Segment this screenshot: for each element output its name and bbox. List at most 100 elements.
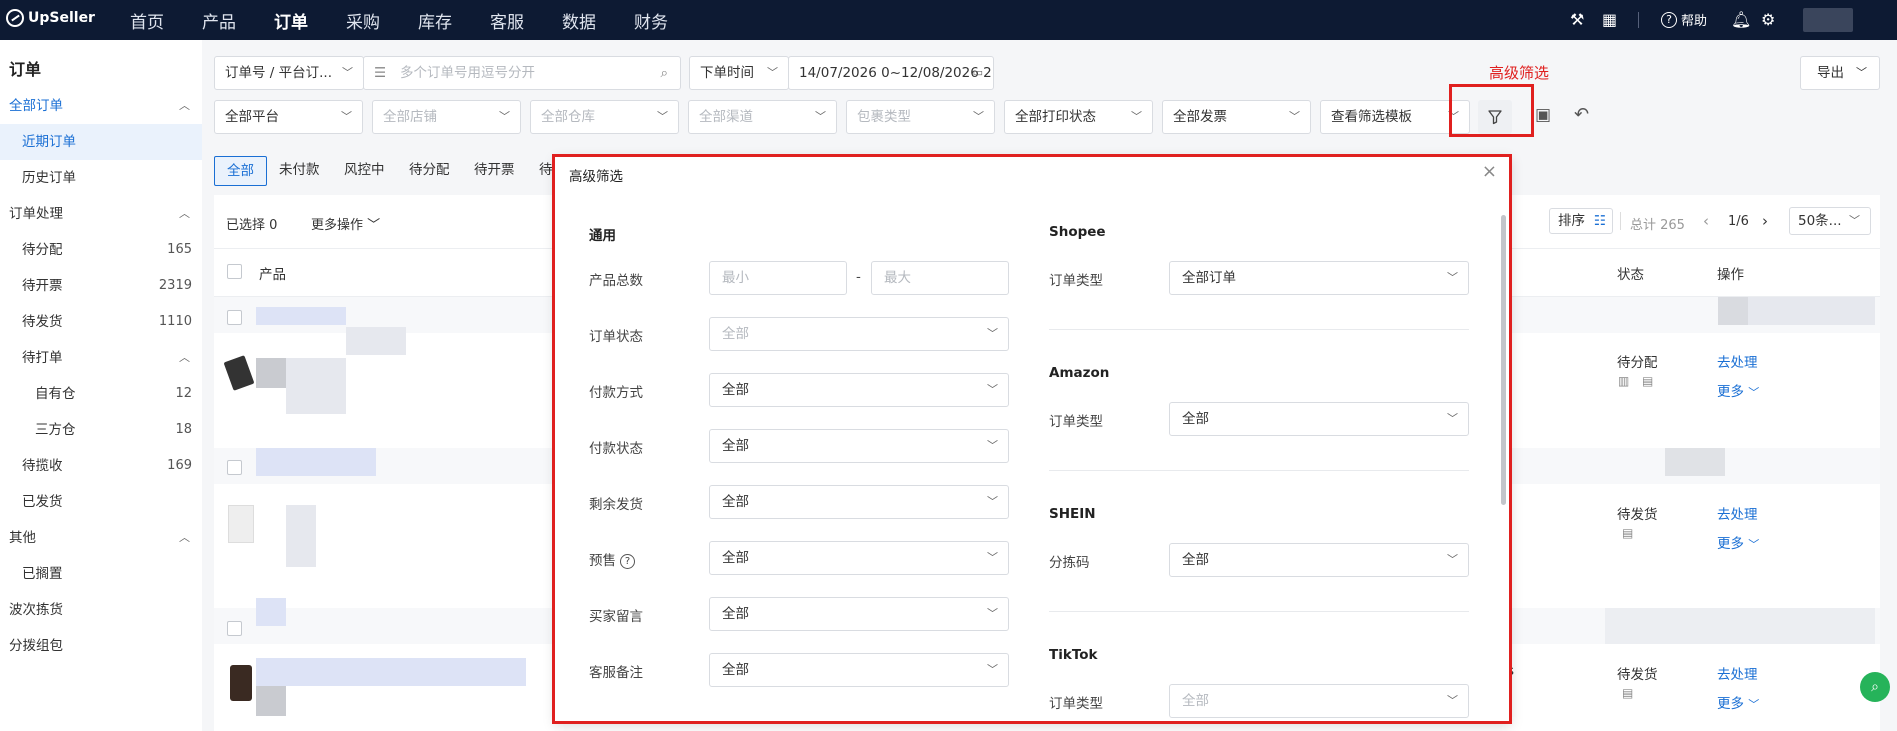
- tab-all[interactable]: 全部: [214, 156, 267, 186]
- product-count-max-input[interactable]: 最大: [871, 261, 1009, 295]
- modal-scrollbar[interactable]: [1501, 215, 1506, 505]
- warehouse-select[interactable]: 全部仓库 ﹀: [530, 100, 679, 134]
- order-status-select[interactable]: 全部 ﹀: [709, 317, 1009, 351]
- payment-status-select[interactable]: 全部 ﹀: [709, 429, 1009, 463]
- payment-method-select[interactable]: 全部 ﹀: [709, 373, 1009, 407]
- tab-more[interactable]: 待: [539, 156, 553, 184]
- time-type-select[interactable]: 下单时间 ﹀: [689, 56, 789, 90]
- row-checkbox[interactable]: [227, 460, 242, 475]
- section-shein: SHEIN: [1049, 506, 1096, 522]
- buyer-message-select[interactable]: 全部 ﹀: [709, 597, 1009, 631]
- sidebar-item-to-allocate[interactable]: 待分配 165: [0, 232, 202, 268]
- sidebar-item-own-warehouse[interactable]: 自有仓 12: [0, 376, 202, 412]
- advanced-filter-modal: 高级筛选 × 通用 产品总数 最小 - 最大 订单状态 全部 ﹀ 付款方式 全部 ﹀…: [555, 157, 1511, 724]
- date-range-picker[interactable]: 14/07/2026 0~12/08/2026 2 ▭: [788, 56, 994, 90]
- sidebar-item-label: 待发货: [22, 314, 63, 330]
- filter-template-select[interactable]: 查看筛选模板 ﹀: [1320, 100, 1470, 134]
- sidebar-item-shipped[interactable]: 已发货: [0, 484, 202, 520]
- shop-select[interactable]: 全部店铺 ﹀: [372, 100, 521, 134]
- bell-icon[interactable]: 🔔︎: [1731, 10, 1751, 29]
- field-label-product-count: 产品总数: [589, 273, 643, 289]
- remaining-shipment-select[interactable]: 全部 ﹀: [709, 485, 1009, 519]
- nav-data[interactable]: 数据: [562, 8, 596, 33]
- redacted-block: [1665, 448, 1725, 476]
- tab-to-invoice[interactable]: 待开票: [474, 156, 515, 184]
- select-all-checkbox[interactable]: [227, 264, 242, 279]
- search-type-select[interactable]: 订单号 / 平台订... ﹀: [214, 56, 364, 90]
- tiktok-order-type-select[interactable]: 全部 ﹀: [1169, 684, 1469, 718]
- sidebar-group-all-orders[interactable]: 全部订单 ︿: [0, 88, 202, 124]
- sidebar-item-to-collect[interactable]: 待揽收 169: [0, 448, 202, 484]
- more-label: 更多: [1717, 536, 1744, 552]
- sidebar-item-wave-picking[interactable]: 波次拣货: [0, 592, 202, 628]
- help-button[interactable]: ? 帮助: [1661, 10, 1707, 29]
- platform-select[interactable]: 全部平台 ﹀: [214, 100, 363, 134]
- chevron-up-icon: ︿: [179, 531, 190, 544]
- page-size-select[interactable]: 50条... ﹀: [1789, 207, 1871, 235]
- help-circle-icon[interactable]: ?: [620, 553, 635, 569]
- close-icon[interactable]: ×: [1482, 161, 1497, 182]
- next-page-icon[interactable]: ›: [1762, 212, 1768, 230]
- prev-page-icon[interactable]: ‹: [1703, 212, 1709, 230]
- product-count-min-input[interactable]: 最小: [709, 261, 847, 295]
- chevron-down-icon: ﹀: [1748, 698, 1760, 711]
- process-link[interactable]: 去处理: [1717, 351, 1758, 371]
- advanced-filter-button[interactable]: [1478, 100, 1512, 134]
- nav-home[interactable]: 首页: [130, 8, 164, 33]
- export-button[interactable]: 导出 ﹀: [1800, 56, 1880, 90]
- amazon-order-type-select[interactable]: 全部 ﹀: [1169, 402, 1469, 436]
- sidebar-item-label: 已发货: [22, 494, 63, 510]
- cs-note-select[interactable]: 全部 ﹀: [709, 653, 1009, 687]
- more-link[interactable]: 更多 ﹀: [1717, 692, 1759, 712]
- floating-search-icon[interactable]: ⌕: [1860, 672, 1890, 702]
- row-checkbox[interactable]: [227, 310, 242, 325]
- save-icon[interactable]: ▣: [1535, 105, 1551, 125]
- more-operations-button[interactable]: 更多操作 ﹀: [311, 214, 380, 233]
- gear-icon[interactable]: ⚙: [1761, 10, 1775, 29]
- sidebar-item-to-invoice[interactable]: 待开票 2319: [0, 268, 202, 304]
- sidebar-item-third-party-warehouse[interactable]: 三方仓 18: [0, 412, 202, 448]
- print-status-select[interactable]: 全部打印状态 ﹀: [1004, 100, 1153, 134]
- nav-products[interactable]: 产品: [202, 8, 236, 33]
- sidebar-item-recent-orders[interactable]: 近期订单: [0, 124, 202, 160]
- more-link[interactable]: 更多 ﹀: [1717, 532, 1759, 552]
- nav-customer-service[interactable]: 客服: [490, 8, 524, 33]
- invoice-select[interactable]: 全部发票 ﹀: [1162, 100, 1311, 134]
- nav-inventory[interactable]: 库存: [418, 8, 452, 33]
- sidebar-group-order-processing[interactable]: 订单处理 ︿: [0, 196, 202, 232]
- field-label-remaining-shipment: 剩余发货: [589, 497, 643, 513]
- channel-select[interactable]: 全部渠道 ﹀: [688, 100, 837, 134]
- page-indicator: 1/6: [1728, 214, 1749, 229]
- tab-risk-control[interactable]: 风控中: [344, 156, 385, 184]
- apps-grid-icon[interactable]: ▦: [1602, 10, 1617, 29]
- more-label: 更多: [1717, 696, 1744, 712]
- process-link[interactable]: 去处理: [1717, 503, 1758, 523]
- sort-icon: ☷: [1593, 213, 1606, 229]
- sidebar-item-history-orders[interactable]: 历史订单: [0, 160, 202, 196]
- sidebar-item-sort-package[interactable]: 分拨组包: [0, 628, 202, 664]
- nav-purchase[interactable]: 采购: [346, 8, 380, 33]
- tab-unpaid[interactable]: 未付款: [279, 156, 320, 184]
- shein-sort-code-select[interactable]: 全部 ﹀: [1169, 543, 1469, 577]
- shopee-order-type-select[interactable]: 全部订单 ﹀: [1169, 261, 1469, 295]
- tab-to-allocate[interactable]: 待分配: [409, 156, 450, 184]
- search-icon[interactable]: ⌕: [660, 57, 668, 89]
- package-type-select[interactable]: 包裹类型 ﹀: [846, 100, 995, 134]
- upseller-logo[interactable]: UpSeller: [6, 9, 95, 27]
- sidebar-item-on-hold[interactable]: 已搁置: [0, 556, 202, 592]
- page-size-value: 50条...: [1798, 213, 1842, 229]
- row-checkbox[interactable]: [227, 621, 242, 636]
- nav-orders[interactable]: 订单: [274, 8, 308, 33]
- sort-button[interactable]: 排序 ☷: [1549, 208, 1613, 234]
- nav-finance[interactable]: 财务: [634, 8, 668, 33]
- sidebar-group-other[interactable]: 其他 ︿: [0, 520, 202, 556]
- sidebar-item-to-ship[interactable]: 待发货 1110: [0, 304, 202, 340]
- user-avatar[interactable]: [1803, 8, 1853, 32]
- tools-icon[interactable]: ⚒: [1570, 10, 1584, 29]
- search-input[interactable]: ☰ 多个订单号用逗号分开 ⌕: [363, 56, 681, 90]
- reset-icon[interactable]: ↶: [1574, 104, 1589, 125]
- sidebar-group-to-print[interactable]: 待打单 ︿: [0, 340, 202, 376]
- process-link[interactable]: 去处理: [1717, 663, 1758, 683]
- more-link[interactable]: 更多 ﹀: [1717, 380, 1759, 400]
- presale-select[interactable]: 全部 ﹀: [709, 541, 1009, 575]
